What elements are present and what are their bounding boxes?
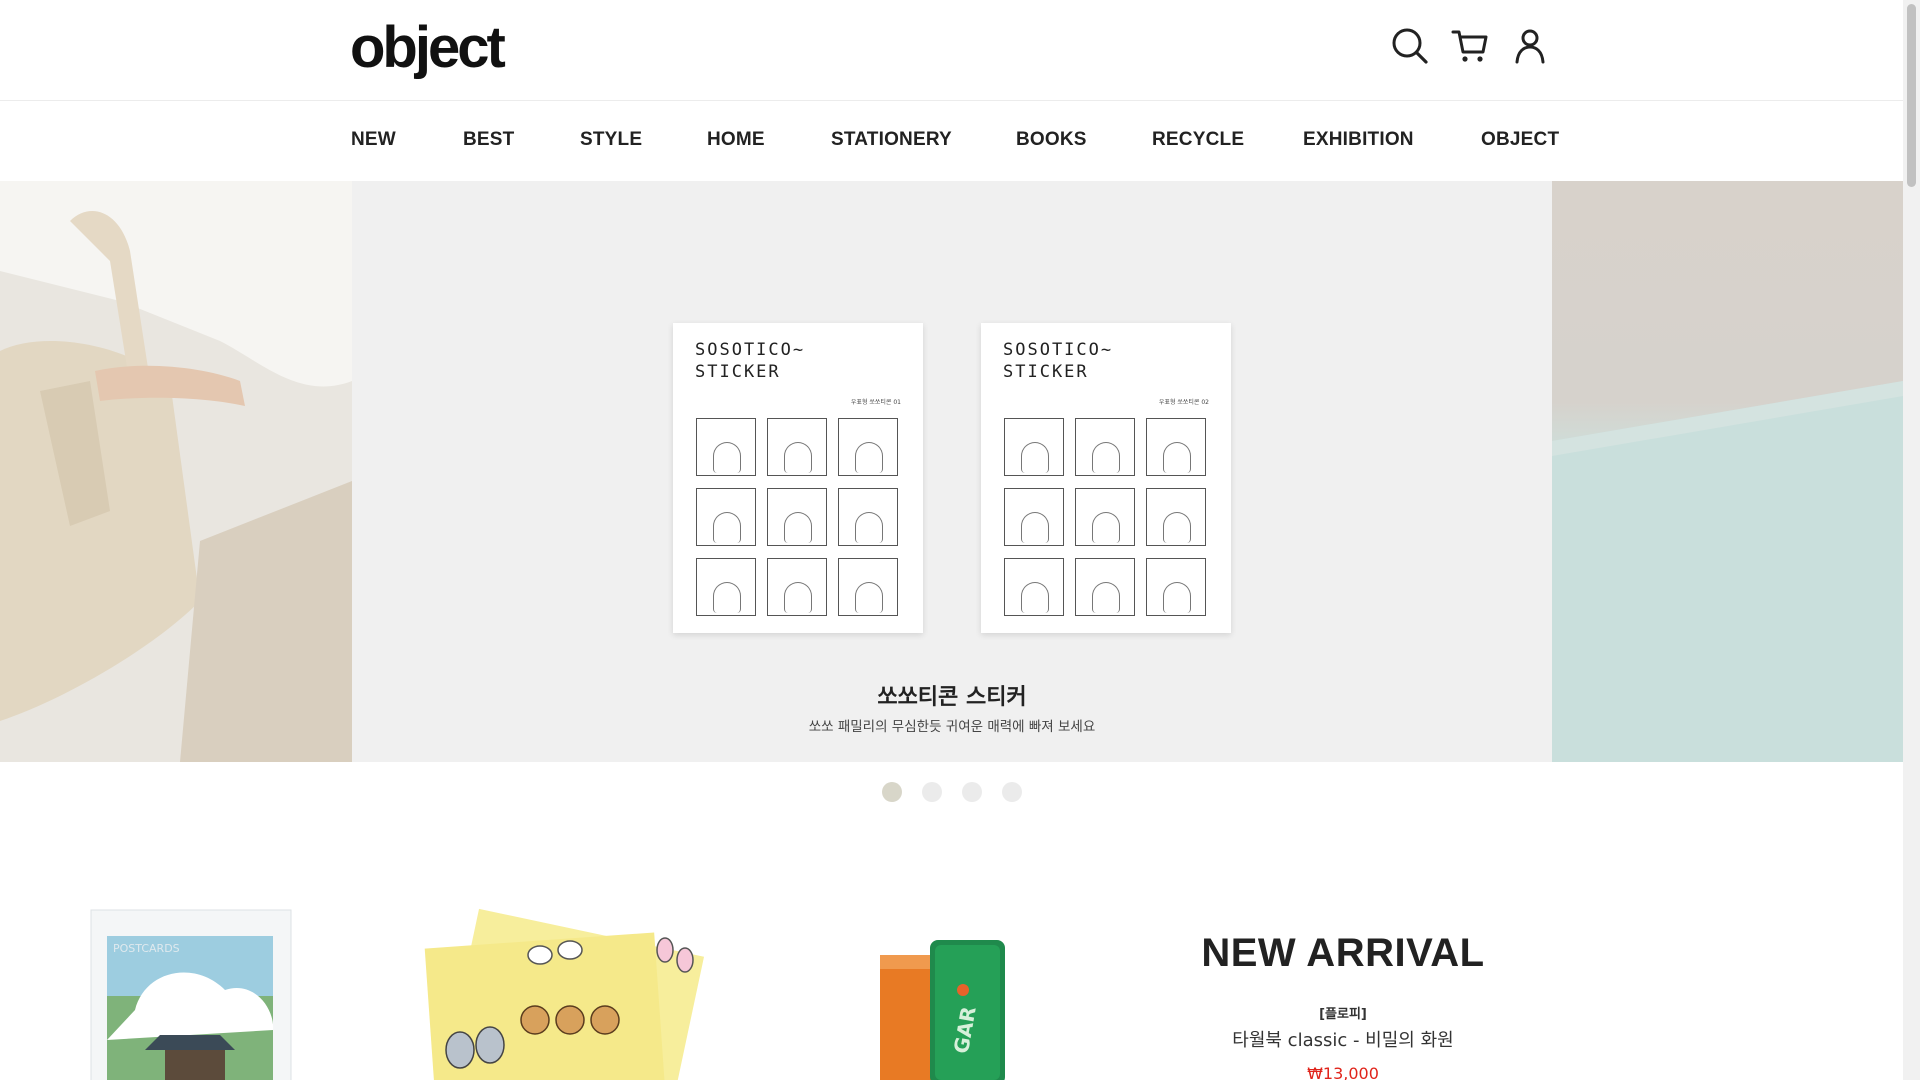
user-icon[interactable] bbox=[1510, 26, 1550, 66]
hero-next-slide-image[interactable] bbox=[1552, 181, 1903, 762]
sticker-sheet-2: SOSOTICO~ STICKER 우표형 쏘쏘티콘 02 bbox=[981, 323, 1231, 633]
slider-dot-2[interactable] bbox=[922, 782, 942, 802]
nav-item-style[interactable]: STYLE bbox=[580, 129, 642, 151]
slider-dot-3[interactable] bbox=[962, 782, 982, 802]
nav-item-new[interactable]: NEW bbox=[351, 129, 396, 151]
main-nav: NEW BEST STYLE HOME STATIONERY BOOKS REC… bbox=[0, 101, 1903, 181]
site-logo[interactable]: object bbox=[350, 16, 506, 80]
search-icon[interactable] bbox=[1390, 26, 1430, 66]
hero-prev-slide-image[interactable] bbox=[0, 181, 352, 762]
nav-item-best[interactable]: BEST bbox=[463, 129, 514, 151]
new-arrival-heading: NEW ARRIVAL bbox=[1201, 931, 1485, 975]
nav-item-recycle[interactable]: RECYCLE bbox=[1152, 129, 1244, 151]
slider-dot-1[interactable] bbox=[882, 782, 902, 802]
sticker-grid bbox=[1004, 418, 1210, 616]
nav-item-home[interactable]: HOME bbox=[707, 129, 765, 151]
cart-icon[interactable] bbox=[1450, 26, 1490, 66]
nav-item-books[interactable]: BOOKS bbox=[1016, 129, 1087, 151]
product-image-postcards[interactable]: POSTCARDS bbox=[85, 900, 295, 1080]
scrollbar-thumb[interactable] bbox=[1907, 4, 1916, 187]
product-brand: [플로피] bbox=[1319, 1007, 1367, 1022]
nav-item-object[interactable]: OBJECT bbox=[1481, 129, 1559, 151]
site-header: object bbox=[0, 0, 1903, 101]
sticker-sheet-subtitle: 우표형 쏘쏘티콘 02 bbox=[1158, 399, 1209, 406]
sticker-sheet-1: SOSOTICO~ STICKER 우표형 쏘쏘티콘 01 bbox=[673, 323, 923, 633]
nav-item-stationery[interactable]: STATIONERY bbox=[831, 129, 952, 151]
sticker-sheet-title: SOSOTICO~ STICKER bbox=[1003, 340, 1114, 382]
product-price: ₩13,000 bbox=[1307, 1064, 1379, 1080]
nav-item-exhibition[interactable]: EXHIBITION bbox=[1303, 129, 1414, 151]
product-name[interactable]: 타월북 classic - 비밀의 화원 bbox=[1143, 1026, 1543, 1052]
hero-current-slide[interactable]: SOSOTICO~ STICKER 우표형 쏘쏘티콘 01 SOSOTICO~ … bbox=[352, 181, 1552, 762]
slider-dot-4[interactable] bbox=[1002, 782, 1022, 802]
sticker-sheet-title: SOSOTICO~ STICKER bbox=[695, 340, 806, 382]
hero-subtitle: 쏘쏘 패밀리의 무심한듯 귀여운 매력에 빠져 보세요 bbox=[808, 719, 1096, 735]
svg-text:POSTCARDS: POSTCARDS bbox=[113, 942, 180, 955]
hero-slider[interactable]: SOSOTICO~ STICKER 우표형 쏘쏘티콘 01 SOSOTICO~ … bbox=[0, 181, 1903, 762]
product-image-animal-stickers[interactable] bbox=[420, 900, 720, 1080]
sticker-sheet-subtitle: 우표형 쏘쏘티콘 01 bbox=[850, 399, 901, 406]
product-image-towel-book[interactable]: GAR bbox=[835, 900, 1045, 1080]
page-scrollbar[interactable] bbox=[1903, 0, 1920, 1080]
sticker-grid bbox=[696, 418, 902, 616]
hero-title: 쏘쏘티콘 스티커 bbox=[877, 685, 1027, 710]
